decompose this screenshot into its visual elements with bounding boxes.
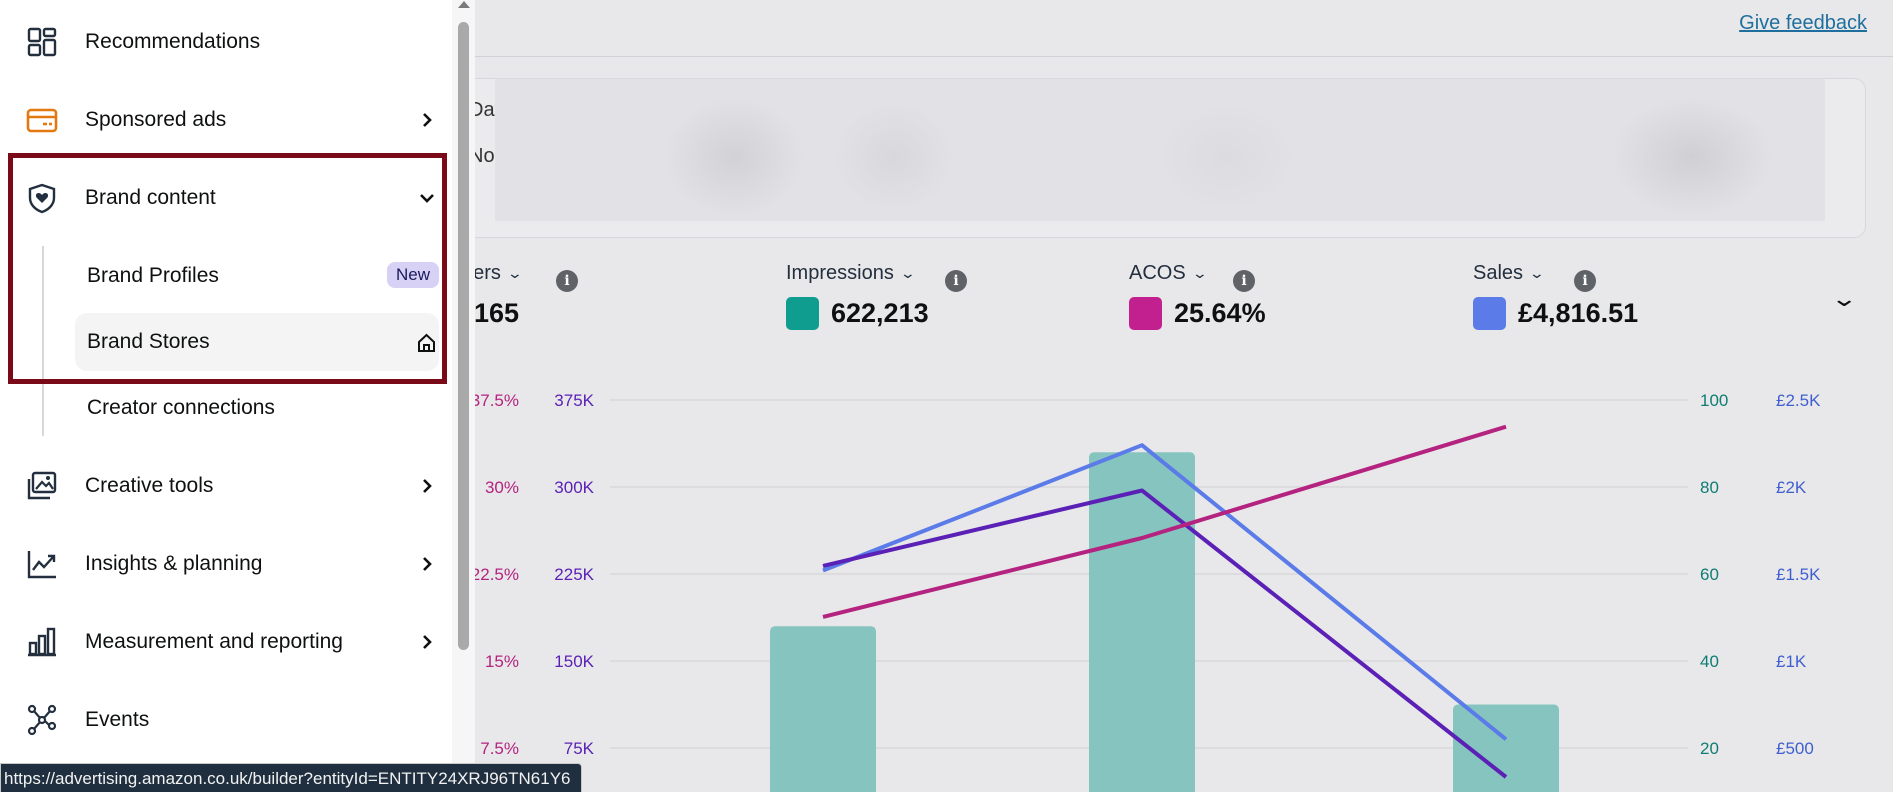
sales-axis-tick-label: £2.5K <box>1776 391 1821 410</box>
sidebar: Recommendations Sponsored ads Brand cont… <box>0 0 475 792</box>
orders-axis-tick-label: 375K <box>554 391 594 410</box>
scroll-up-arrow-icon[interactable] <box>458 1 470 8</box>
acos-axis-tick-label: 22.5% <box>471 565 519 584</box>
trend-chart-icon <box>27 551 56 579</box>
sidebar-item-label: Events <box>85 708 150 731</box>
sidebar-item-label: Sponsored ads <box>85 108 227 131</box>
orders-axis-tick-label: 75K <box>564 739 595 758</box>
sidebar-subitem-brand-profiles[interactable]: Brand Profiles New <box>75 247 439 305</box>
sidebar-item-label: Recommendations <box>85 30 261 53</box>
sidebar-item-label: Creative tools <box>85 474 214 497</box>
impressions-axis-tick-label: 60 <box>1700 565 1719 584</box>
bar-chart-icon <box>28 627 56 657</box>
sidebar-item-recommendations[interactable]: Recommendations <box>0 12 450 72</box>
chevron-down-icon <box>420 194 434 203</box>
sidebar-item-label: Measurement and reporting <box>85 630 343 653</box>
new-badge: New <box>386 262 439 288</box>
acos-axis-tick-label: 37.5% <box>471 391 519 410</box>
sidebar-subitem-label: Creator connections <box>87 396 275 419</box>
sidebar-subitem-label: Brand Profiles <box>87 264 219 287</box>
chevron-right-icon <box>423 113 432 127</box>
chevron-right-icon <box>423 557 432 571</box>
status-bar-url: https://advertising.amazon.co.uk/builder… <box>0 763 582 794</box>
chevron-right-icon <box>423 479 432 493</box>
submenu-guide-line <box>42 246 44 436</box>
sidebar-item-label: Insights & planning <box>85 552 263 575</box>
orders-axis-tick-label: 300K <box>554 478 594 497</box>
acos-axis-tick-label: 7.5% <box>480 739 519 758</box>
shield-heart-icon <box>28 183 56 214</box>
sales-axis-tick-label: £500 <box>1776 739 1814 758</box>
sidebar-item-insights-planning[interactable]: Insights & planning <box>0 534 450 594</box>
image-gallery-icon <box>27 471 57 500</box>
impressions-axis-tick-label: 100 <box>1700 391 1728 410</box>
scroll-thumb[interactable] <box>458 22 469 650</box>
acos-axis-tick-label: 15% <box>485 652 519 671</box>
sidebar-subitem-creator-connections[interactable]: Creator connections <box>75 379 439 437</box>
bar <box>1089 452 1195 792</box>
sidebar-scrollbar[interactable] <box>452 0 475 792</box>
impressions-axis-tick-label: 40 <box>1700 652 1719 671</box>
sales-axis-tick-label: £2K <box>1776 478 1807 497</box>
sidebar-item-brand-content[interactable]: Brand content <box>0 168 450 228</box>
ad-card-icon <box>26 108 58 133</box>
dashboard-grid-icon <box>27 27 57 57</box>
impressions-axis-tick-label: 80 <box>1700 478 1719 497</box>
sidebar-subitem-brand-stores[interactable]: Brand Stores <box>75 313 439 371</box>
sidebar-subitem-label: Brand Stores <box>87 330 210 353</box>
impressions-axis-tick-label: 20 <box>1700 739 1719 758</box>
bar <box>770 626 876 792</box>
network-nodes-icon <box>27 704 57 736</box>
sidebar-item-sponsored-ads[interactable]: Sponsored ads <box>0 90 450 150</box>
sidebar-item-creative-tools[interactable]: Creative tools <box>0 456 450 516</box>
sales-axis-tick-label: £1K <box>1776 652 1807 671</box>
sidebar-item-label: Brand content <box>85 186 216 209</box>
home-icon <box>418 333 435 352</box>
orders-axis-tick-label: 150K <box>554 652 594 671</box>
orders-axis-tick-label: 225K <box>554 565 594 584</box>
sidebar-item-measurement-reporting[interactable]: Measurement and reporting <box>0 612 450 672</box>
acos-axis-tick-label: 30% <box>485 478 519 497</box>
sidebar-item-events[interactable]: Events <box>0 690 450 750</box>
bottom-strip <box>0 792 1893 812</box>
sales-axis-tick-label: £1.5K <box>1776 565 1821 584</box>
chevron-right-icon <box>423 635 432 649</box>
